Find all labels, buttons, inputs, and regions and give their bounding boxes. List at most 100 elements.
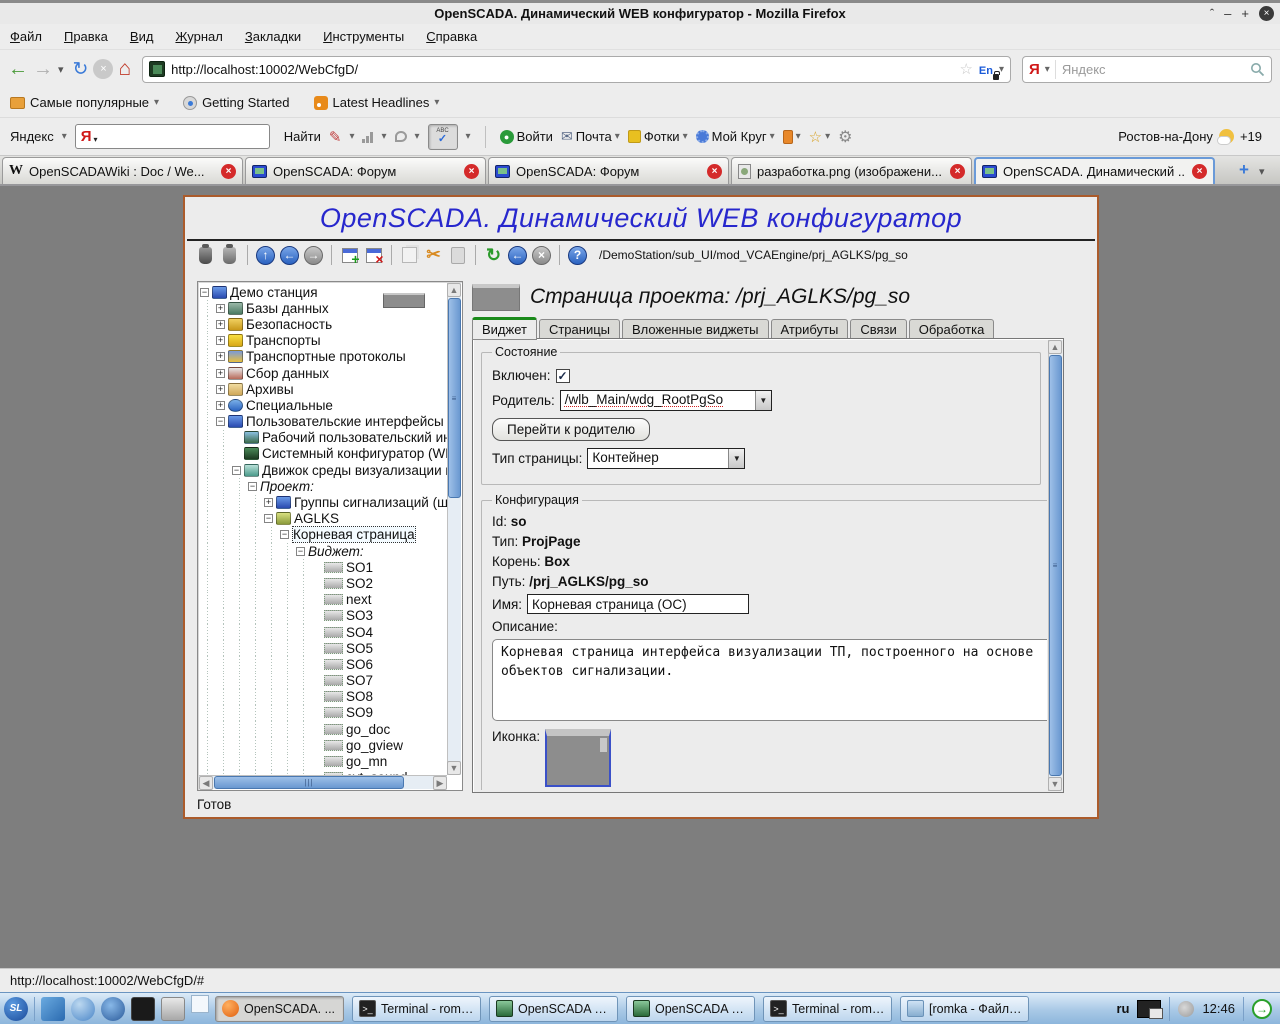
taskbar-window-3[interactable]: OpenSCADA … xyxy=(626,996,755,1022)
browser-launcher-icon[interactable] xyxy=(71,997,95,1021)
tree-label[interactable]: SO4 xyxy=(346,625,373,640)
browser-tab-2[interactable]: OpenSCADA: Форум× xyxy=(488,157,729,184)
menu-item-3[interactable]: Журнал xyxy=(175,29,222,44)
yandex-brand-chevron-icon[interactable]: ▾ xyxy=(62,131,67,142)
tree-label[interactable]: next xyxy=(346,592,372,607)
tree-row-SO7[interactable]: SO7 xyxy=(200,673,447,689)
tab-close-icon[interactable]: × xyxy=(464,164,479,179)
browser-tab-4[interactable]: OpenSCADA. Динамический ...× xyxy=(974,157,1215,184)
my-circle-chevron-icon[interactable]: ▾ xyxy=(770,131,775,142)
tree-row--[interactable]: +Транспорты xyxy=(200,333,447,349)
tree-label[interactable]: Базы данных xyxy=(246,301,329,316)
tree-toggle-icon[interactable]: + xyxy=(216,401,225,410)
tree-label[interactable]: Архивы xyxy=(246,382,294,397)
tree-toggle-icon[interactable]: − xyxy=(280,530,289,539)
tree-toggle-icon[interactable]: − xyxy=(264,514,273,523)
search-bar[interactable]: Я ▾ Яндекс xyxy=(1022,56,1272,83)
tree-label[interactable]: Движок среды визуализации и xyxy=(262,463,447,478)
load-icon[interactable] xyxy=(195,245,216,266)
show-desktop-button[interactable] xyxy=(191,995,209,1013)
tree-row-SO6[interactable]: SO6 xyxy=(200,656,447,672)
name-input[interactable]: Корневая страница (ОС) xyxy=(527,594,749,614)
panel-tab-0[interactable]: Виджет xyxy=(472,317,537,340)
tree-label[interactable]: go_mn xyxy=(346,754,387,769)
tree-label[interactable]: SO6 xyxy=(346,657,373,672)
tree-row--[interactable]: − Движок среды визуализации и xyxy=(200,462,447,478)
tree-toggle-icon[interactable]: − xyxy=(296,547,305,556)
parent-combobox[interactable]: /wlb_Main/wdg_RootPgSo ▼ xyxy=(560,390,772,411)
yandex-search-input[interactable]: Я ▾ xyxy=(75,124,270,149)
close-button[interactable]: × xyxy=(1259,6,1274,21)
home-icon[interactable]: ⌂ xyxy=(118,57,131,81)
tab-close-icon[interactable]: × xyxy=(707,164,722,179)
refresh-icon[interactable]: ↻ xyxy=(483,245,504,266)
tree-toggle-icon[interactable]: − xyxy=(232,466,241,475)
help-icon[interactable]: ? xyxy=(567,245,588,266)
panel-tab-2[interactable]: Вложенные виджеты xyxy=(622,319,769,340)
tree-row--[interactable]: −Виджет: xyxy=(200,543,447,559)
bookmark-item-0[interactable]: Самые популярные▾ xyxy=(10,95,159,110)
tree-horizontal-scrollbar[interactable]: ◀ ||| ▶ xyxy=(199,775,447,789)
comments-chevron-icon[interactable]: ▾ xyxy=(415,131,420,142)
stop-icon[interactable]: × xyxy=(531,245,552,266)
menu-item-2[interactable]: Вид xyxy=(130,29,154,44)
tab-close-icon[interactable]: × xyxy=(950,164,965,179)
page-type-select[interactable]: Контейнер ▼ xyxy=(587,448,745,469)
tree-row-SO8[interactable]: SO8 xyxy=(200,689,447,705)
tree-row-SO2[interactable]: SO2 xyxy=(200,575,447,591)
my-circle-item[interactable]: Мой Круг▾ xyxy=(696,129,775,144)
paste-icon[interactable] xyxy=(447,245,468,266)
url-bar[interactable]: http://localhost:10002/WebCfgD/ ☆ En ▾ xyxy=(142,56,1011,83)
taskbar-window-2[interactable]: OpenSCADA … xyxy=(489,996,618,1022)
tree-row-SO1[interactable]: SO1 xyxy=(200,559,447,575)
weather-city[interactable]: Ростов-на-Дону xyxy=(1118,129,1213,144)
tree-row--[interactable]: +Сбор данных xyxy=(200,365,447,381)
edit-icon[interactable]: ✎ xyxy=(329,128,342,146)
door-chevron-icon[interactable]: ▾ xyxy=(796,131,801,142)
tree-toggle-icon[interactable]: + xyxy=(264,498,273,507)
tree-scroll-right-icon[interactable]: ▶ xyxy=(433,776,447,790)
add-item-icon[interactable]: + xyxy=(339,245,360,266)
tree-toggle-icon[interactable]: + xyxy=(216,352,225,361)
tree-toggle-icon[interactable]: − xyxy=(216,417,225,426)
goto-parent-button[interactable]: Перейти к родителю xyxy=(492,418,650,441)
start-icon[interactable]: ← xyxy=(507,245,528,266)
shade-button[interactable]: ˆ xyxy=(1210,6,1214,21)
browser-tab-0[interactable]: WOpenSCADAWiki : Doc / We...× xyxy=(2,157,243,184)
tree-scroll-up-icon[interactable]: ▲ xyxy=(447,283,461,297)
form-vscroll-thumb[interactable]: ≡ xyxy=(1049,355,1062,776)
favorites-chevron-icon[interactable]: ▾ xyxy=(825,131,830,142)
logout-icon[interactable]: → xyxy=(1252,999,1272,1019)
tree-scroll-left-icon[interactable]: ◀ xyxy=(199,776,213,790)
tree-row--[interactable]: −Проект: xyxy=(200,478,447,494)
browser-tab-3[interactable]: разработка.png (изображени...× xyxy=(731,157,972,184)
tree-scroll-down-icon[interactable]: ▼ xyxy=(447,761,461,775)
tree-row-SO4[interactable]: SO4 xyxy=(200,624,447,640)
panel-tab-3[interactable]: Атрибуты xyxy=(771,319,849,340)
url-text[interactable]: http://localhost:10002/WebCfgD/ xyxy=(171,62,953,77)
tree-row-go_gview[interactable]: go_gview xyxy=(200,737,447,753)
comments-icon[interactable] xyxy=(395,131,407,142)
form-vertical-scrollbar[interactable]: ▲ ≡ ▼ xyxy=(1048,340,1062,791)
tree-row-SO5[interactable]: SO5 xyxy=(200,640,447,656)
forward-icon[interactable]: → xyxy=(33,59,53,79)
taskbar-window-1[interactable]: >_Terminal - rom… xyxy=(352,996,481,1022)
tree-toggle-icon[interactable]: + xyxy=(216,336,225,345)
favorites-item[interactable]: ☆▾ xyxy=(809,128,830,146)
mail-chevron-icon[interactable]: ▾ xyxy=(615,131,620,142)
tree-label[interactable]: Группы сигнализаций (ш xyxy=(294,495,447,510)
tree-row-SO9[interactable]: SO9 xyxy=(200,705,447,721)
save-icon[interactable] xyxy=(219,245,240,266)
tab-close-icon[interactable]: × xyxy=(221,164,236,179)
tree-label[interactable]: SO2 xyxy=(346,576,373,591)
minimize-button[interactable]: – xyxy=(1224,6,1231,21)
delete-item-icon[interactable]: × xyxy=(363,245,384,266)
tree-row--WE[interactable]: Системный конфигуратор (WE xyxy=(200,446,447,462)
bookmark-item-2[interactable]: Latest Headlines▾ xyxy=(314,95,440,110)
copy-icon[interactable] xyxy=(399,245,420,266)
spellcheck-button[interactable]: ABC✓ xyxy=(428,124,458,150)
tree-label[interactable]: go_gview xyxy=(346,738,403,753)
page-type-dropdown-icon[interactable]: ▼ xyxy=(728,449,744,468)
yandex-input-caret-icon[interactable]: ▾ xyxy=(94,135,98,144)
keyboard-layout-indicator[interactable]: ru xyxy=(1116,1001,1129,1016)
